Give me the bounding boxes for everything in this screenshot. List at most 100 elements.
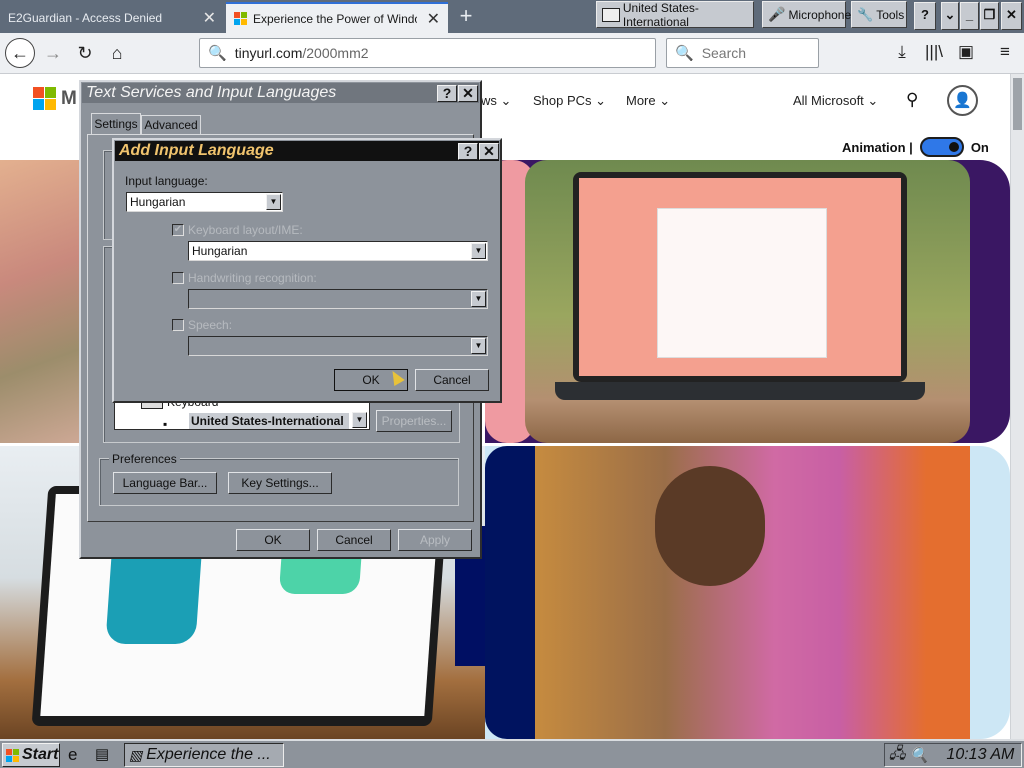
menu-icon[interactable]: ≡	[993, 42, 1017, 66]
address-bar[interactable]: 🔍 tinyurl.com/2000mm2	[199, 38, 656, 68]
list-scroll-arrow-icon[interactable]: ▼	[352, 412, 367, 428]
help-button[interactable]: ?	[437, 85, 457, 102]
url-host: tinyurl.com	[234, 45, 303, 61]
speech-checkbox[interactable]	[172, 319, 184, 331]
laptop-scene	[525, 160, 970, 443]
add-input-language-dialog: Add Input Language ? ✕ Input language: H…	[112, 138, 502, 403]
search-tray-icon[interactable]: 🔍	[910, 746, 929, 764]
internet-explorer-icon[interactable]: e	[68, 745, 77, 765]
properties-button[interactable]: Properties...	[376, 410, 452, 432]
key-settings-button[interactable]: Key Settings...	[228, 472, 332, 494]
nav-all-microsoft[interactable]: All Microsoft ⌄	[793, 93, 878, 109]
cancel-button[interactable]: Cancel	[317, 529, 391, 551]
person-head	[655, 466, 765, 586]
speech-label: Speech:	[188, 318, 233, 332]
reload-icon[interactable]: ↻	[70, 38, 100, 68]
text-services-titlebar: Text Services and Input Languages ? ✕	[82, 83, 479, 103]
restore-button[interactable]: ❐	[980, 2, 999, 30]
minimize-button[interactable]: _	[960, 2, 979, 30]
chevron-down-icon[interactable]: ▼	[471, 243, 486, 259]
back-arrow-icon[interactable]: ←	[5, 38, 35, 68]
system-tray: 🖧 🔍 10:13 AM	[884, 743, 1022, 767]
tab-settings[interactable]: Settings	[91, 113, 141, 135]
animation-state: On	[970, 139, 989, 155]
sidebar-icon[interactable]: ▣	[954, 42, 978, 66]
library-icon[interactable]: |||\	[922, 42, 946, 66]
nav-windows[interactable]: ws ⌄	[481, 93, 511, 109]
animation-toggle-row: Animation | On	[842, 137, 989, 157]
speech-select[interactable]: ▼	[188, 336, 488, 356]
close-tab-icon[interactable]: ✕	[427, 9, 440, 29]
browser-tab-bar: E2Guardian - Access Denied ✕ Experience …	[0, 0, 1024, 33]
start-button[interactable]: Start	[2, 743, 60, 767]
windows-flag-icon	[6, 748, 19, 762]
microphone-label: Microphone	[788, 7, 852, 22]
tools-label: Tools	[876, 7, 905, 22]
search-field[interactable]: 🔍 Search	[666, 38, 819, 68]
close-tab-icon[interactable]: ✕	[203, 8, 216, 28]
handwriting-select[interactable]: ▼	[188, 289, 488, 309]
close-icon[interactable]: ✕	[479, 143, 499, 160]
keyboard-icon	[602, 7, 620, 22]
browser-nav-bar: ← → ↻ ⌂ 🔍 tinyurl.com/2000mm2 🔍 Search ⤓…	[0, 33, 1024, 74]
account-icon[interactable]: 👤	[947, 85, 978, 116]
app-icon: ▧	[129, 746, 143, 763]
decorative-navy-curve	[485, 446, 535, 739]
tab-experience-windows[interactable]: Experience the Power of Windows ✕	[226, 2, 448, 33]
search-icon[interactable]: ⚲	[906, 90, 918, 110]
microphone-button[interactable]: 🎤 Microphone	[762, 1, 851, 28]
keyboard-layout-checkbox[interactable]: ✔	[172, 224, 184, 236]
brand-name-fragment[interactable]: M	[61, 88, 77, 110]
laptop-device	[573, 172, 907, 382]
nav-more[interactable]: More ⌄	[626, 93, 670, 109]
language-bar-button[interactable]: Language Bar...	[113, 472, 217, 494]
microsoft-logo-icon[interactable]	[33, 87, 56, 110]
help-button[interactable]: ?	[458, 143, 478, 160]
forward-arrow-icon[interactable]: →	[38, 38, 68, 68]
chevron-down-icon[interactable]: ▼	[266, 194, 281, 210]
text-services-title: Text Services and Input Languages	[86, 84, 337, 101]
windows-logo-icon	[234, 12, 247, 25]
language-indicator-label: United States-International	[622, 0, 699, 29]
handwriting-label: Handwriting recognition:	[188, 271, 317, 285]
clock: 10:13 AM	[946, 746, 1015, 763]
input-language-select[interactable]: Hungarian ▼	[126, 192, 283, 212]
network-icon[interactable]: 🖧	[889, 743, 906, 768]
keyboard-layout-select[interactable]: Hungarian ▼	[188, 241, 488, 261]
bullet: ▪	[163, 417, 168, 430]
keyboard-layout-label: Keyboard layout/IME:	[188, 223, 303, 237]
chevron-down-icon[interactable]: ▼	[471, 338, 486, 354]
people-photo	[535, 446, 970, 739]
new-tab-icon[interactable]: +	[452, 4, 480, 30]
apply-button[interactable]: Apply	[398, 529, 472, 551]
search-icon: 🔍	[675, 45, 694, 62]
tools-button[interactable]: 🔧 Tools	[851, 1, 907, 28]
search-placeholder: Search	[701, 45, 747, 61]
handwriting-checkbox[interactable]	[172, 272, 184, 284]
preferences-label: Preferences	[109, 452, 180, 466]
tab-e2guardian[interactable]: E2Guardian - Access Denied ✕	[0, 2, 224, 33]
animation-toggle[interactable]	[919, 137, 964, 157]
home-icon[interactable]: ⌂	[102, 38, 132, 68]
language-indicator-button[interactable]: United States-International	[596, 0, 754, 29]
help-button[interactable]: ?	[914, 2, 936, 30]
start-menu-window	[657, 208, 827, 358]
scrollbar-thumb[interactable]	[1013, 78, 1022, 130]
download-icon[interactable]: ⤓	[890, 42, 914, 66]
tab-title: E2Guardian - Access Denied	[8, 10, 163, 25]
options-chevron-icon[interactable]: ⌄	[941, 2, 959, 30]
close-icon[interactable]: ✕	[458, 85, 478, 102]
taskbar-item-browser[interactable]: ▧ Experience the ...	[124, 743, 284, 767]
close-window-button[interactable]: ✕	[1001, 2, 1022, 30]
nav-shop-pcs[interactable]: Shop PCs ⌄	[533, 93, 606, 109]
tools-icon: 🔧	[857, 6, 874, 22]
cancel-button[interactable]: Cancel	[415, 369, 489, 391]
installed-item-selected[interactable]: United States-International	[189, 413, 349, 429]
page-scrollbar[interactable]	[1010, 74, 1024, 739]
chevron-down-icon[interactable]: ▼	[471, 291, 486, 307]
url-path: /2000mm2	[302, 45, 369, 61]
tab-advanced[interactable]: Advanced	[141, 115, 201, 134]
show-desktop-icon[interactable]: ▤	[95, 745, 109, 763]
taskbar: Start e ▤ ▧ Experience the ... 🖧 🔍 10:13…	[0, 739, 1024, 768]
ok-button[interactable]: OK	[236, 529, 310, 551]
